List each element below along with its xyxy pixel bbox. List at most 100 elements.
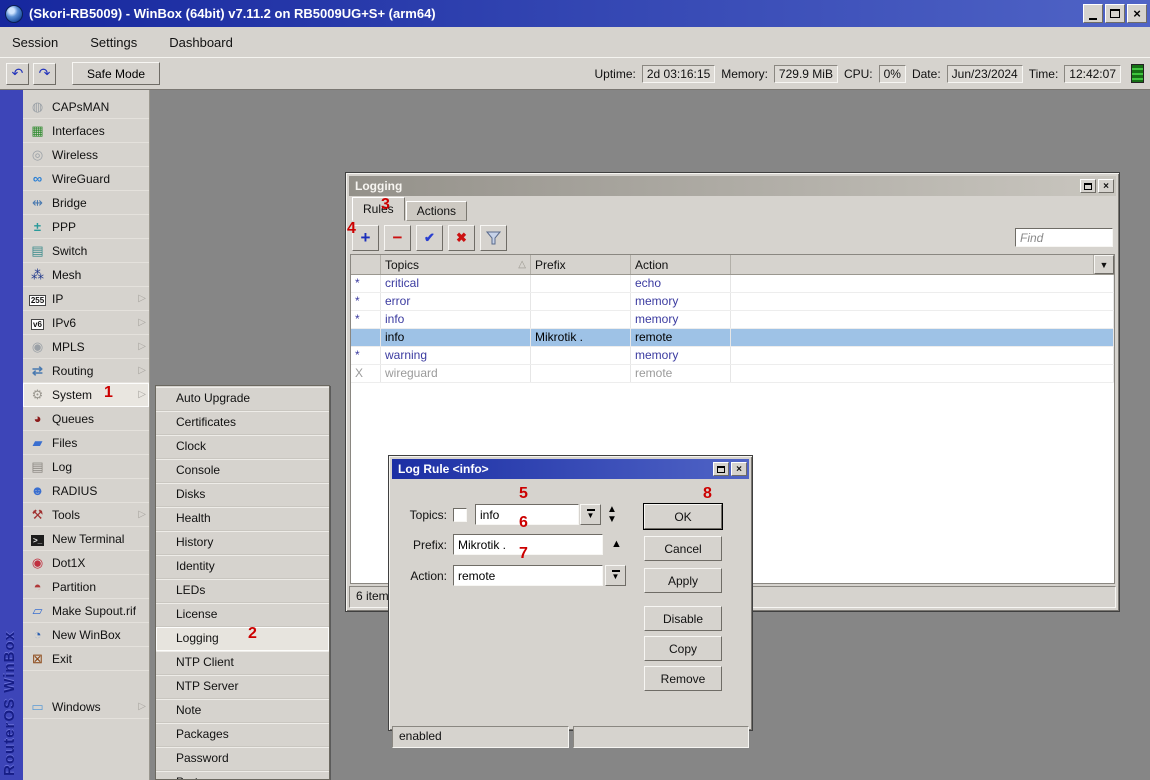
sidebar-item-radius[interactable]: ☻RADIUS (23, 479, 149, 503)
ok-button[interactable]: OK (644, 504, 722, 529)
submenu-item-disks[interactable]: Disks (156, 483, 329, 507)
submenu-item-health[interactable]: Health (156, 507, 329, 531)
prefix-input[interactable] (453, 534, 603, 555)
sidebar-item-mpls[interactable]: ◉MPLS▷ (23, 335, 149, 359)
dialog-close-button[interactable]: × (731, 462, 747, 476)
topics-checkbox[interactable] (453, 508, 467, 522)
sidebar-item-interfaces[interactable]: ▦Interfaces (23, 119, 149, 143)
sidebar-item-tools[interactable]: ⚒Tools▷ (23, 503, 149, 527)
apply-button[interactable]: Apply (644, 568, 722, 593)
chevron-down-icon: ▼ (612, 573, 620, 581)
submenu-item-clock[interactable]: Clock (156, 435, 329, 459)
table-header: Topics△ Prefix Action ▼ (351, 255, 1114, 275)
sidebar-item-log[interactable]: ▤Log (23, 455, 149, 479)
prefix-column-header[interactable]: Prefix (531, 255, 631, 274)
disable-rule-button[interactable]: ✖ (448, 225, 475, 251)
sidebar-item-partition[interactable]: ◓Partition (23, 575, 149, 599)
sidebar-item-new-winbox[interactable]: ◔New WinBox (23, 623, 149, 647)
submenu-item-note[interactable]: Note (156, 699, 329, 723)
exit-icon: ⊠ (28, 652, 47, 665)
brand-strip: RouterOS WinBox (0, 90, 23, 780)
sidebar-item-wireguard[interactable]: ∞WireGuard (23, 167, 149, 191)
sort-ascending-icon: △ (514, 259, 526, 270)
close-icon: × (1133, 6, 1141, 21)
tab-actions[interactable]: Actions (406, 201, 467, 221)
table-row-wireguard-disabled[interactable]: X wireguard remote (351, 365, 1114, 383)
sidebar-item-ipv6[interactable]: v6IPv6▷ (23, 311, 149, 335)
sidebar-item-ppp[interactable]: ±PPP (23, 215, 149, 239)
close-button[interactable]: × (1127, 4, 1147, 23)
sidebar-item-dot1x[interactable]: ◉Dot1X (23, 551, 149, 575)
sidebar-item-ip[interactable]: 255IP▷ (23, 287, 149, 311)
table-row-warning[interactable]: * warning memory (351, 347, 1114, 365)
sidebar-item-capsman[interactable]: ◍CAPsMAN (23, 95, 149, 119)
tab-rules[interactable]: Rules (352, 197, 405, 221)
table-row-info-memory[interactable]: * info memory (351, 311, 1114, 329)
submenu-item-leds[interactable]: LEDs (156, 579, 329, 603)
find-input[interactable] (1015, 228, 1113, 247)
submenu-item-ports[interactable]: Ports (156, 771, 329, 780)
maximize-button[interactable] (1105, 4, 1125, 23)
table-row-info-remote-selected[interactable]: info Mikrotik . remote (351, 329, 1114, 347)
flag-column-header[interactable] (351, 255, 381, 274)
cancel-button[interactable]: Cancel (644, 536, 722, 561)
submenu-item-auto-upgrade[interactable]: Auto Upgrade (156, 387, 329, 411)
action-dropdown-button[interactable]: ▼ (605, 565, 626, 586)
submenu-item-logging[interactable]: Logging (156, 627, 329, 651)
menu-settings[interactable]: Settings (86, 33, 141, 52)
submenu-item-license[interactable]: License (156, 603, 329, 627)
disable-button[interactable]: Disable (644, 606, 722, 631)
safe-mode-button[interactable]: Safe Mode (72, 62, 160, 85)
column-select-button[interactable]: ▼ (1094, 255, 1114, 274)
sidebar-item-make-supout[interactable]: ▱Make Supout.rif (23, 599, 149, 623)
minimize-button[interactable] (1083, 4, 1103, 23)
menu-dashboard[interactable]: Dashboard (165, 33, 237, 52)
undo-button[interactable]: ↶ (6, 63, 29, 85)
sidebar-item-wireless[interactable]: ◎Wireless (23, 143, 149, 167)
submenu-arrow-icon: ▷ (138, 341, 146, 352)
submenu-item-password[interactable]: Password (156, 747, 329, 771)
submenu-item-certificates[interactable]: Certificates (156, 411, 329, 435)
table-row-error[interactable]: * error memory (351, 293, 1114, 311)
sidebar-item-bridge[interactable]: ⇹Bridge (23, 191, 149, 215)
table-row-critical[interactable]: * critical echo (351, 275, 1114, 293)
logging-maximize-button[interactable] (1080, 179, 1096, 193)
topics-spinner[interactable]: ▲▼ (604, 505, 620, 525)
redo-button[interactable]: ↷ (33, 63, 56, 85)
dialog-maximize-button[interactable] (713, 462, 729, 476)
partition-icon: ◓ (28, 580, 47, 593)
sidebar-item-windows[interactable]: ▭Windows▷ (23, 695, 149, 719)
sidebar-item-system[interactable]: ⚙System▷ (23, 383, 149, 407)
tools-icon: ⚒ (28, 508, 47, 521)
annotation-step-4: 4 (347, 221, 356, 237)
submenu-item-ntp-client[interactable]: NTP Client (156, 651, 329, 675)
sidebar-item-exit[interactable]: ⊠Exit (23, 647, 149, 671)
submenu-item-ntp-server[interactable]: NTP Server (156, 675, 329, 699)
filter-funnel-icon (486, 231, 501, 245)
collapse-up-icon[interactable]: ▲ (611, 539, 622, 550)
logging-window-title: Logging (355, 179, 402, 193)
copy-button[interactable]: Copy (644, 636, 722, 661)
sidebar-item-new-terminal[interactable]: >_New Terminal (23, 527, 149, 551)
menu-session[interactable]: Session (8, 33, 62, 52)
sidebar-item-mesh[interactable]: ⁂Mesh (23, 263, 149, 287)
add-rule-button[interactable]: + (352, 225, 379, 251)
submenu-item-history[interactable]: History (156, 531, 329, 555)
action-column-header[interactable]: Action (631, 255, 731, 274)
logging-close-button[interactable]: × (1098, 179, 1114, 193)
sidebar-item-switch[interactable]: ▤Switch (23, 239, 149, 263)
submenu-arrow-icon: ▷ (138, 701, 146, 712)
submenu-item-identity[interactable]: Identity (156, 555, 329, 579)
sidebar-item-files[interactable]: ▰Files (23, 431, 149, 455)
sidebar-item-routing[interactable]: ⇄Routing▷ (23, 359, 149, 383)
enable-rule-button[interactable]: ✔ (416, 225, 443, 251)
filter-button[interactable] (480, 225, 507, 251)
submenu-item-console[interactable]: Console (156, 459, 329, 483)
submenu-item-packages[interactable]: Packages (156, 723, 329, 747)
remove-rule-button[interactable]: − (384, 225, 411, 251)
sidebar-item-queues[interactable]: ◕Queues (23, 407, 149, 431)
topics-column-header[interactable]: Topics△ (381, 255, 531, 274)
topics-dropdown-button[interactable]: ▼ (580, 504, 601, 525)
action-input[interactable] (453, 565, 603, 586)
remove-button[interactable]: Remove (644, 666, 722, 691)
